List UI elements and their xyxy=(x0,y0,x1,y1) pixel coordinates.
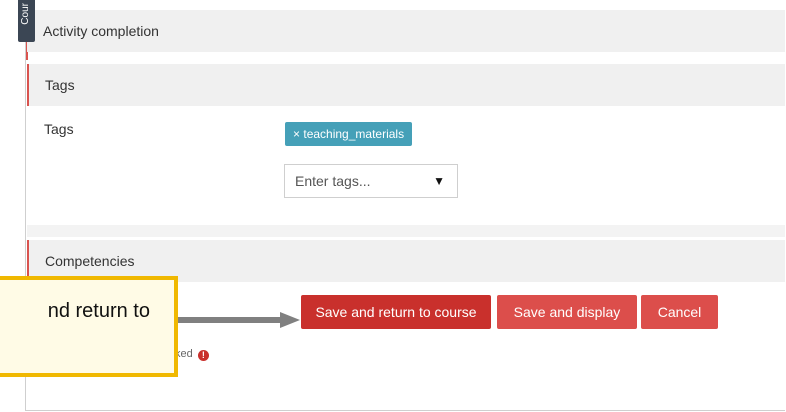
section-divider xyxy=(27,225,785,237)
required-icon: ! xyxy=(197,350,209,361)
section-title: Competencies xyxy=(45,253,135,269)
course-index-tab-label: Cour xyxy=(20,3,31,25)
cancel-button[interactable]: Cancel xyxy=(641,295,718,329)
section-header-tags[interactable]: Tags xyxy=(27,64,785,106)
section-header-activity-completion[interactable]: Activity completion xyxy=(27,10,785,52)
tags-input-placeholder: Enter tags... xyxy=(295,173,371,189)
callout-arrow-icon xyxy=(178,312,300,328)
section-title: Tags xyxy=(45,77,75,93)
course-index-tab[interactable]: Cour xyxy=(18,0,35,42)
save-and-display-button[interactable]: Save and display xyxy=(497,295,637,329)
tags-field-label: Tags xyxy=(44,121,74,137)
tags-input[interactable]: Enter tags... ▼ xyxy=(284,164,458,198)
callout-box: nd return to xyxy=(0,276,178,377)
callout-text: nd return to xyxy=(47,300,150,322)
section-title: Activity completion xyxy=(43,23,159,39)
remove-tag-icon[interactable]: × xyxy=(293,127,300,141)
chevron-down-icon[interactable]: ▼ xyxy=(433,165,445,197)
save-and-return-button[interactable]: Save and return to course xyxy=(301,295,491,329)
tag-label: teaching_materials xyxy=(303,127,405,141)
selected-tag-badge[interactable]: × teaching_materials xyxy=(285,122,413,146)
